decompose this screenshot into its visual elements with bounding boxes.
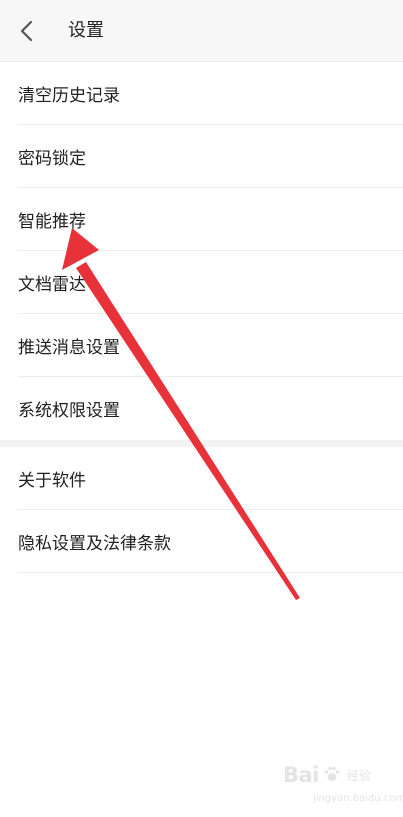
watermark-url: jingyan.baidu.com — [313, 793, 403, 804]
watermark-jingyan: 经验 — [347, 769, 372, 783]
settings-item-clear-history[interactable]: 清空历史记录 — [0, 62, 403, 125]
settings-item-password-lock[interactable]: 密码锁定 — [0, 125, 403, 188]
settings-group-about: 关于软件 隐私设置及法律条款 — [0, 447, 403, 573]
settings-item-label: 清空历史记录 — [18, 86, 120, 106]
settings-item-push-notifications[interactable]: 推送消息设置 — [0, 314, 403, 377]
settings-item-label: 推送消息设置 — [18, 338, 120, 358]
settings-item-privacy-legal[interactable]: 隐私设置及法律条款 — [0, 510, 403, 573]
settings-item-label: 文档雷达 — [18, 275, 86, 295]
settings-item-label: 隐私设置及法律条款 — [18, 534, 171, 554]
section-divider — [0, 440, 403, 447]
chevron-left-icon — [20, 20, 33, 42]
settings-item-smart-recommend[interactable]: 智能推荐 — [0, 188, 403, 251]
watermark-brand: Bai — [283, 763, 319, 787]
back-button[interactable] — [10, 14, 44, 48]
settings-item-label: 智能推荐 — [18, 212, 86, 232]
settings-item-label: 关于软件 — [18, 471, 86, 491]
page-title: 设置 — [68, 20, 104, 41]
settings-item-label: 密码锁定 — [18, 149, 86, 169]
settings-group-general: 清空历史记录 密码锁定 智能推荐 文档雷达 推送消息设置 系统权限设置 — [0, 62, 403, 440]
settings-item-system-permissions[interactable]: 系统权限设置 — [0, 377, 403, 440]
top-bar: 设置 — [0, 0, 403, 62]
settings-item-about-software[interactable]: 关于软件 — [0, 447, 403, 510]
paw-icon — [324, 766, 340, 781]
settings-item-document-radar[interactable]: 文档雷达 — [0, 251, 403, 314]
baidu-jingyan-watermark: Bai 经验 jingyan.baidu.com — [283, 763, 403, 811]
settings-item-label: 系统权限设置 — [18, 401, 120, 421]
